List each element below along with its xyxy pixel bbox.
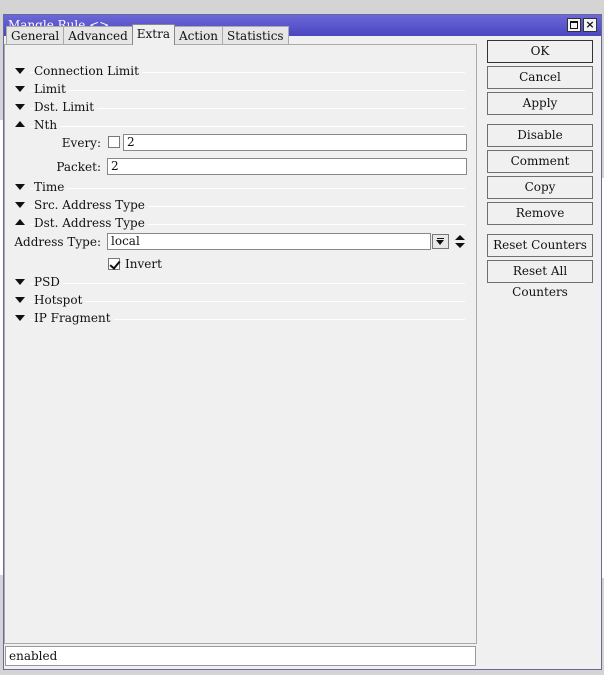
expand-arrow-icon — [15, 86, 25, 92]
ok-button[interactable]: OK — [487, 40, 593, 63]
collapse-arrow-icon — [15, 121, 25, 127]
section-label: Time — [34, 180, 68, 195]
address-type-dropdown-button[interactable] — [432, 234, 449, 249]
section-label: Src. Address Type — [34, 198, 148, 213]
expand-arrow-icon — [15, 279, 25, 285]
section-psd[interactable]: PSD — [10, 275, 465, 291]
expand-arrow-icon — [15, 104, 25, 110]
packet-input[interactable]: 2 — [107, 158, 467, 175]
section-ip-fragment[interactable]: IP Fragment — [10, 311, 465, 327]
section-label: Dst. Limit — [34, 100, 98, 115]
remove-button[interactable]: Remove — [487, 202, 593, 225]
address-type-updown[interactable] — [454, 234, 466, 250]
section-divider — [30, 188, 465, 189]
section-label: PSD — [34, 275, 63, 290]
section-label: Nth — [34, 118, 61, 133]
section-label: Connection Limit — [34, 64, 142, 79]
arrow-up-icon — [455, 235, 465, 240]
expand-arrow-icon — [15, 315, 25, 321]
disable-button[interactable]: Disable — [487, 124, 593, 147]
arrow-down-icon — [455, 243, 465, 248]
section-label: IP Fragment — [34, 311, 114, 326]
comment-button[interactable]: Comment — [487, 150, 593, 173]
section-label: Limit — [34, 82, 69, 97]
close-button[interactable]: × — [583, 18, 597, 32]
tab-bar: General Advanced Extra Action Statistics — [6, 24, 289, 45]
address-type-label: Address Type: — [14, 235, 101, 249]
section-connection-limit[interactable]: Connection Limit — [10, 64, 465, 80]
tab-general[interactable]: General — [6, 26, 65, 45]
every-label: Every: — [61, 136, 101, 150]
every-checkbox[interactable] — [108, 136, 120, 148]
section-divider — [30, 301, 465, 302]
section-dst-limit[interactable]: Dst. Limit — [10, 100, 465, 116]
tab-extra[interactable]: Extra — [131, 24, 176, 45]
expand-arrow-icon — [15, 68, 25, 74]
dropdown-bar-icon — [437, 238, 444, 239]
apply-button[interactable]: Apply — [487, 92, 593, 115]
expand-arrow-icon — [15, 297, 25, 303]
every-input[interactable]: 2 — [123, 134, 467, 151]
section-divider — [30, 90, 465, 91]
invert-label: Invert — [125, 257, 162, 271]
section-hotspot[interactable]: Hotspot — [10, 293, 465, 309]
expand-arrow-icon — [15, 202, 25, 208]
packet-label: Packet: — [56, 160, 101, 174]
copy-button[interactable]: Copy — [487, 176, 593, 199]
maximize-icon — [570, 21, 578, 29]
invert-checkbox[interactable] — [108, 258, 120, 270]
section-divider — [30, 283, 465, 284]
section-divider — [30, 126, 465, 127]
reset-counters-button[interactable]: Reset Counters — [487, 234, 593, 257]
tab-statistics[interactable]: Statistics — [222, 26, 289, 45]
section-dst-address-type[interactable]: Dst. Address Type — [10, 216, 465, 232]
tab-advanced[interactable]: Advanced — [63, 26, 133, 45]
section-label: Hotspot — [34, 293, 86, 308]
section-nth[interactable]: Nth — [10, 118, 465, 134]
reset-all-counters-button[interactable]: Reset All Counters — [487, 260, 593, 299]
expand-arrow-icon — [15, 184, 25, 190]
maximize-button[interactable] — [567, 18, 581, 32]
section-label: Dst. Address Type — [34, 216, 148, 231]
chevron-down-icon — [436, 240, 444, 245]
collapse-arrow-icon — [15, 219, 25, 225]
status-bar: enabled — [5, 646, 476, 666]
section-time[interactable]: Time — [10, 180, 465, 196]
address-type-select[interactable]: local — [107, 233, 431, 250]
section-src-address-type[interactable]: Src. Address Type — [10, 198, 465, 214]
cancel-button[interactable]: Cancel — [487, 66, 593, 89]
tab-action[interactable]: Action — [174, 26, 224, 45]
section-limit[interactable]: Limit — [10, 82, 465, 98]
